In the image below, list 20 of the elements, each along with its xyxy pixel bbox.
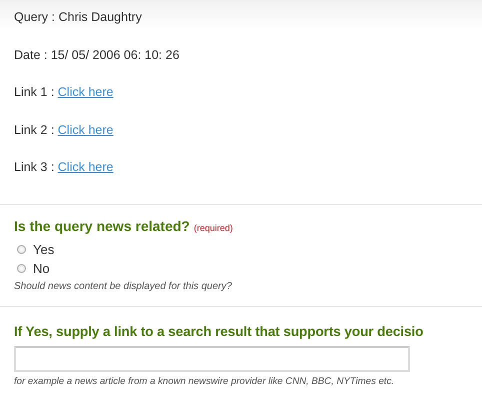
radio-button[interactable] (17, 244, 26, 254)
link-input-field[interactable] (14, 346, 410, 372)
field-label: Link 2 : (14, 122, 56, 136)
option-label: Yes (33, 242, 54, 256)
field-value: 15/ 05/ 2006 06: 10: 26 (50, 48, 180, 62)
hint-text: for example a news article from a known newswire provider like CNN, BBC, NYTimes etc. (14, 376, 396, 386)
radio-button[interactable] (17, 264, 26, 272)
question-title: If Yes, supply a link to a search result that supports your decisio (14, 324, 424, 338)
field-value: Chris Daughtry (58, 10, 142, 24)
field-label: Query : (14, 10, 56, 24)
field-label: Date : (14, 48, 48, 62)
link[interactable]: Click here (58, 85, 114, 99)
link[interactable]: Click here (58, 160, 114, 174)
link[interactable]: Click here (58, 122, 114, 136)
field-label: Link 3 : (14, 160, 56, 174)
hint-text: Should news content be displayed for this query? (14, 280, 233, 292)
field-label: Link 1 : (14, 85, 56, 99)
option-label: No (33, 260, 50, 276)
question-title: Is the query news related? (14, 218, 190, 234)
required-note: (required) (194, 222, 233, 232)
